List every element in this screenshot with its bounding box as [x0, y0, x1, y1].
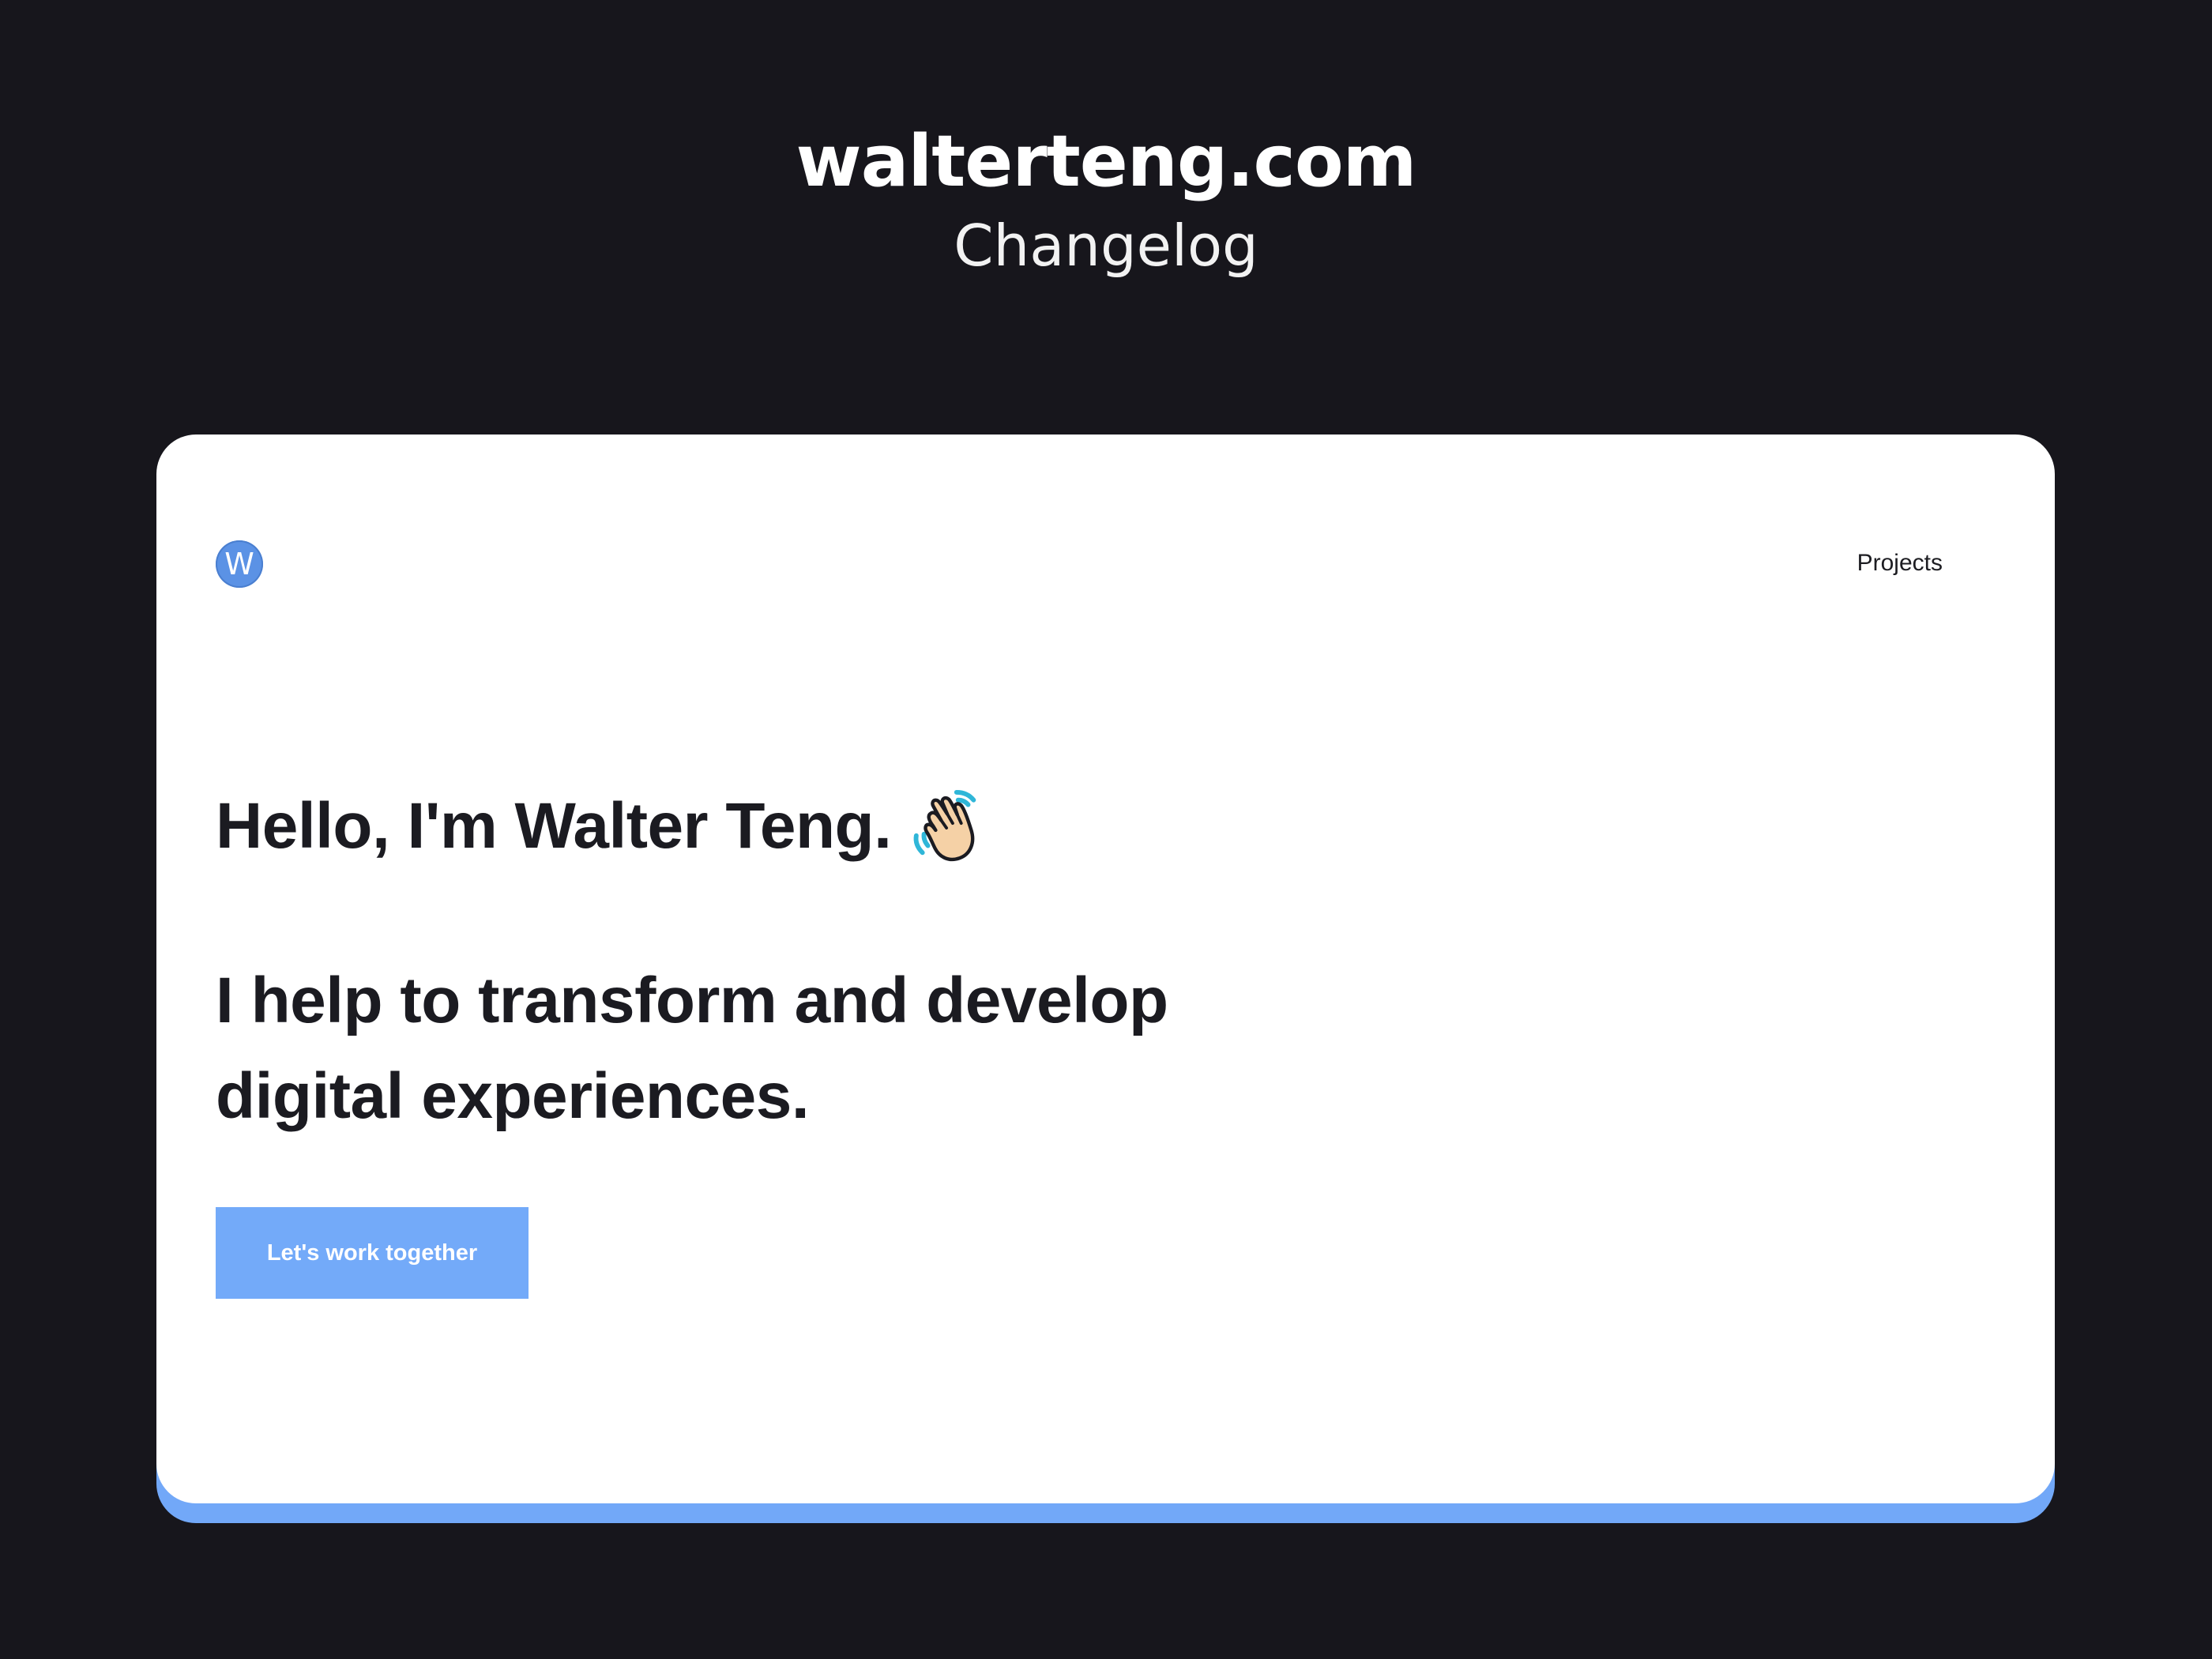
website-preview: W Projects Hello, I'm Walter Teng. I hel… — [156, 434, 2055, 1503]
page-subtitle: Changelog — [954, 213, 1258, 279]
site-title: walterteng.com — [796, 120, 1417, 203]
work-together-button[interactable]: Let's work together — [216, 1207, 529, 1299]
hero-tagline-line-2: digital experiences. — [216, 1060, 810, 1132]
waving-hand-icon — [910, 788, 988, 865]
hero-greeting: Hello, I'm Walter Teng. — [216, 787, 988, 866]
hero-greeting-text: Hello, I'm Walter Teng. — [216, 790, 892, 862]
hero-tagline-line-1: I help to transform and develop — [216, 965, 1168, 1036]
hero-tagline: I help to transform and develop digital … — [216, 953, 1322, 1144]
site-logo[interactable]: W — [216, 540, 263, 588]
nav-link-projects[interactable]: Projects — [1857, 550, 1943, 577]
page-header: walterteng.com Changelog — [0, 118, 2212, 281]
